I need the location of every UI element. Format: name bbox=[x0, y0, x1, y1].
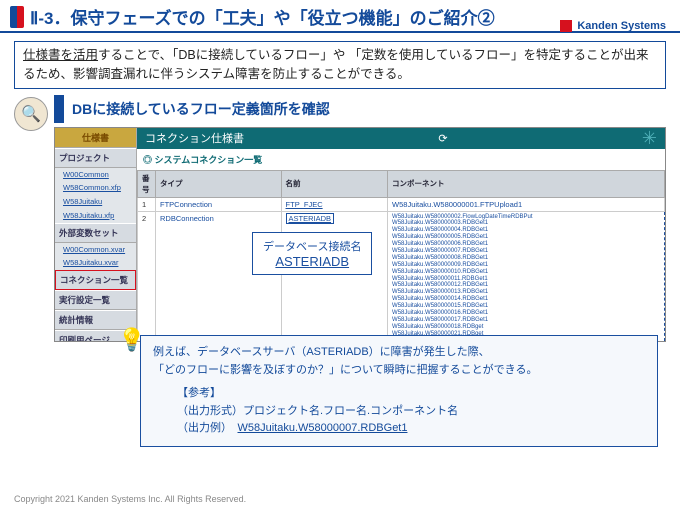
callout-box: データベース接続名 ASTERIADB bbox=[252, 232, 372, 275]
sidebar-item[interactable]: W58Common.xfp bbox=[55, 181, 136, 195]
cell-name[interactable]: ASTERIADB bbox=[281, 211, 388, 342]
app-subtitle: ◎ システムコネクション一覧 bbox=[137, 149, 665, 170]
main-column: DBに接続しているフロー定義箇所を確認 仕様書 プロジェクト W00Common… bbox=[54, 95, 666, 342]
callout-line2: ASTERIADB bbox=[263, 254, 361, 269]
cell-name[interactable]: FTP_FJEC bbox=[281, 197, 388, 211]
cell-type: RDBConnection bbox=[156, 211, 282, 342]
col-component: コンポーネント bbox=[388, 170, 665, 197]
sidebar-item[interactable]: W58Juitaku.xfp bbox=[55, 209, 136, 223]
description-body: することで、「DBに接続しているフロー」や 「定数を使用しているフロー」を特定す… bbox=[23, 48, 648, 81]
app-title: コネクション仕様書 bbox=[145, 130, 244, 146]
cell-num: 1 bbox=[138, 197, 156, 211]
app-main: コネクション仕様書 ⟳ ✳ ◎ システムコネクション一覧 番号 タイプ 名前 コ… bbox=[137, 128, 665, 341]
cell-num: 2 bbox=[138, 211, 156, 342]
sidebar-section-project[interactable]: プロジェクト bbox=[55, 148, 136, 168]
connection-table: 番号 タイプ 名前 コンポーネント 1 FTPConnection FTP_FJ… bbox=[137, 170, 665, 342]
note-l2: 「どのフローに影響を及ぼすのか？」について瞬時に把握することができる。 bbox=[153, 362, 645, 380]
callout-line1: データベース接続名 bbox=[263, 238, 361, 254]
content-row: 🔍 DBに接続しているフロー定義箇所を確認 仕様書 プロジェクト W00Comm… bbox=[14, 95, 666, 342]
app-titlebar: コネクション仕様書 ⟳ ✳ bbox=[137, 128, 665, 149]
note-ref1: （出力形式）プロジェクト名.フロー名.コンポーネント名 bbox=[177, 403, 645, 421]
col-num: 番号 bbox=[138, 170, 156, 197]
col-name: 名前 bbox=[281, 170, 388, 197]
cell-comp[interactable]: W58Juitaku.W580000001.FTPUpload1 bbox=[388, 197, 665, 211]
brand-icon bbox=[560, 20, 572, 32]
sidebar-header: 仕様書 bbox=[55, 128, 136, 148]
refresh-icon[interactable]: ⟳ bbox=[438, 132, 447, 145]
sidebar-item[interactable]: W00Common bbox=[55, 168, 136, 182]
avatar-icon: 🔍 bbox=[14, 97, 48, 131]
table-row: 2 RDBConnection ASTERIADB W58Juitaku.W58… bbox=[138, 211, 665, 342]
page-footer: Copyright 2021 Kanden Systems Inc. All R… bbox=[14, 494, 246, 504]
sidebar-section-runconfig[interactable]: 実行設定一覧 bbox=[55, 290, 136, 310]
star-icon: ✳ bbox=[642, 128, 657, 149]
sidebar: 仕様書 プロジェクト W00Common W58Common.xfp W58Ju… bbox=[55, 128, 137, 341]
brand-text: Kanden Systems bbox=[577, 20, 666, 32]
table-row: 1 FTPConnection FTP_FJEC W58Juitaku.W580… bbox=[138, 197, 665, 211]
description-box: 仕様書を活用することで、「DBに接続しているフロー」や 「定数を使用しているフロ… bbox=[14, 41, 666, 89]
section-title: DBに接続しているフロー定義箇所を確認 bbox=[54, 95, 666, 123]
sidebar-section-extvar[interactable]: 外部変数セット bbox=[55, 223, 136, 243]
sidebar-item[interactable]: W58Juitaku.xvar bbox=[55, 256, 136, 270]
note-ref2: （出力例） W58Juitaku.W58000007.RDBGet1 bbox=[177, 420, 645, 438]
cell-comp[interactable]: W58Juitaku.W580000002.FlowLogDateTimeRDB… bbox=[388, 211, 665, 342]
cell-type: FTPConnection bbox=[156, 197, 282, 211]
avatar-column: 🔍 bbox=[14, 95, 54, 342]
table-header-row: 番号 タイプ 名前 コンポーネント bbox=[138, 170, 665, 197]
note-ref: 【参考】 （出力形式）プロジェクト名.フロー名.コンポーネント名 （出力例） W… bbox=[177, 385, 645, 438]
brand-label: Kanden Systems bbox=[560, 20, 666, 32]
note-link[interactable]: W58Juitaku.W58000007.RDBGet1 bbox=[238, 422, 408, 434]
note-ref-h: 【参考】 bbox=[177, 385, 645, 403]
sidebar-section-connection[interactable]: コネクション一覧 bbox=[55, 270, 136, 290]
col-type: タイプ bbox=[156, 170, 282, 197]
note-l1: 例えば、データベースサーバ（ASTERIADB）に障害が発生した際、 bbox=[153, 344, 645, 362]
logo-mark bbox=[10, 6, 24, 28]
lightbulb-icon: 💡 bbox=[118, 327, 145, 353]
sidebar-item[interactable]: W58Juitaku bbox=[55, 195, 136, 209]
note-box: 例えば、データベースサーバ（ASTERIADB）に障害が発生した際、 「どのフロ… bbox=[140, 335, 658, 447]
description-underline: 仕様書を活用 bbox=[23, 48, 98, 62]
sidebar-item[interactable]: W00Common.xvar bbox=[55, 243, 136, 257]
